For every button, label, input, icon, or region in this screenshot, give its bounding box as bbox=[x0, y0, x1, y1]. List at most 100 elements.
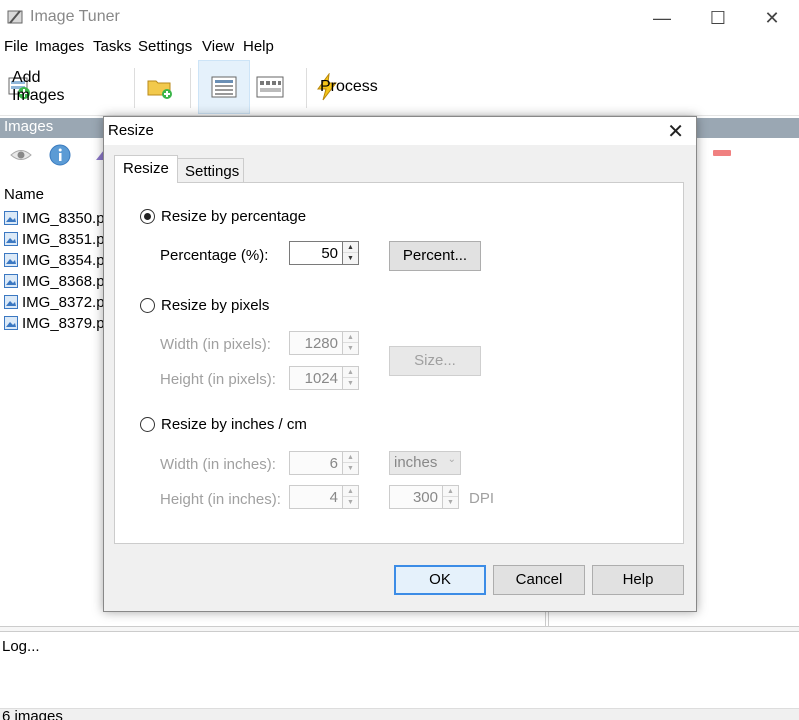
file-name: IMG_8368.p bbox=[22, 272, 105, 290]
height-inches-input[interactable]: 4 bbox=[289, 485, 343, 509]
thumbnail-view-button[interactable] bbox=[256, 62, 284, 112]
percentage-label: Percentage (%): bbox=[160, 247, 269, 264]
list-item[interactable]: IMG_8351.p bbox=[4, 229, 105, 249]
percent-button[interactable]: Percent... bbox=[389, 241, 481, 271]
stepper-down-icon[interactable]: ▼ bbox=[343, 343, 358, 354]
stepper-down-icon[interactable]: ▼ bbox=[443, 497, 458, 508]
radio-resize-by-percentage[interactable]: Resize by percentage bbox=[140, 208, 306, 225]
radio-indicator bbox=[140, 417, 155, 432]
dialog-title: Resize bbox=[108, 122, 154, 139]
height-pixels-input[interactable]: 1024 bbox=[289, 366, 343, 390]
maximize-button[interactable]: ☐ bbox=[706, 6, 730, 30]
stepper-arrows[interactable]: ▲ ▼ bbox=[343, 241, 359, 265]
file-name: IMG_8372.p bbox=[22, 293, 105, 311]
list-item[interactable]: IMG_8379.p bbox=[4, 313, 105, 333]
stepper-up-icon[interactable]: ▲ bbox=[343, 486, 358, 497]
image-file-icon bbox=[4, 274, 18, 288]
menu-view[interactable]: View bbox=[202, 38, 234, 55]
file-name: IMG_8379.p bbox=[22, 314, 105, 332]
height-pixels-stepper[interactable]: 1024 ▲ ▼ bbox=[289, 366, 359, 390]
stepper-down-icon[interactable]: ▼ bbox=[343, 497, 358, 508]
unit-select-value: inches bbox=[394, 454, 438, 471]
column-header-name[interactable]: Name bbox=[4, 186, 44, 203]
stepper-arrows[interactable]: ▲ ▼ bbox=[343, 451, 359, 475]
details-view-button[interactable] bbox=[198, 60, 250, 114]
thumbnail-view-icon bbox=[256, 76, 284, 98]
details-view-icon bbox=[211, 76, 237, 98]
dpi-stepper[interactable]: 300 ▲ ▼ bbox=[389, 485, 459, 509]
list-item[interactable]: IMG_8368.p bbox=[4, 271, 105, 291]
main-toolbar: Add Images Process bbox=[0, 60, 799, 116]
tab-resize[interactable]: Resize bbox=[114, 155, 178, 183]
stepper-arrows[interactable]: ▲ ▼ bbox=[343, 331, 359, 355]
radio-indicator bbox=[140, 298, 155, 313]
menu-file[interactable]: File bbox=[4, 38, 28, 55]
width-inches-stepper[interactable]: 6 ▲ ▼ bbox=[289, 451, 359, 475]
stepper-up-icon[interactable]: ▲ bbox=[343, 332, 358, 343]
status-bar: 6 images bbox=[0, 708, 799, 720]
radio-indicator bbox=[140, 209, 155, 224]
info-icon[interactable] bbox=[49, 144, 71, 166]
add-images-button[interactable]: Add Images bbox=[6, 62, 64, 112]
file-name: IMG_8351.p bbox=[22, 230, 105, 248]
add-folder-button[interactable] bbox=[146, 62, 174, 112]
minimize-button[interactable]: — bbox=[650, 6, 674, 30]
tab-settings[interactable]: Settings bbox=[176, 158, 244, 184]
log-splitter[interactable] bbox=[0, 626, 799, 632]
stepper-down-icon[interactable]: ▼ bbox=[343, 463, 358, 474]
menu-tasks[interactable]: Tasks bbox=[93, 38, 131, 55]
dialog-close-button[interactable]: ✕ bbox=[667, 119, 684, 144]
dialog-title-bar: Resize ✕ bbox=[104, 117, 696, 145]
cancel-button[interactable]: Cancel bbox=[493, 565, 585, 595]
unit-select[interactable]: inches ⌄ bbox=[389, 451, 461, 475]
menu-images[interactable]: Images bbox=[35, 38, 84, 55]
process-button[interactable]: Process bbox=[314, 62, 378, 112]
toolbar-separator bbox=[134, 68, 135, 108]
stepper-up-icon[interactable]: ▲ bbox=[443, 486, 458, 497]
width-pixels-label: Width (in pixels): bbox=[160, 336, 271, 353]
size-button[interactable]: Size... bbox=[389, 346, 481, 376]
stepper-arrows[interactable]: ▲ ▼ bbox=[343, 366, 359, 390]
stepper-up-icon[interactable]: ▲ bbox=[343, 452, 358, 463]
menu-settings[interactable]: Settings bbox=[138, 38, 192, 55]
stepper-down-icon[interactable]: ▼ bbox=[343, 253, 358, 264]
close-window-button[interactable]: ✕ bbox=[760, 6, 784, 30]
height-inches-label: Height (in inches): bbox=[160, 491, 281, 508]
images-panel-title: Images bbox=[4, 118, 54, 135]
percentage-input[interactable]: 50 bbox=[289, 241, 343, 265]
add-images-label: Add Images bbox=[12, 69, 65, 104]
menu-help[interactable]: Help bbox=[243, 38, 274, 55]
list-item[interactable]: IMG_8354.p bbox=[4, 250, 105, 270]
stepper-down-icon[interactable]: ▼ bbox=[343, 378, 358, 389]
image-file-icon bbox=[4, 232, 18, 246]
ok-button[interactable]: OK bbox=[394, 565, 486, 595]
dpi-label: DPI bbox=[469, 490, 495, 507]
list-item[interactable]: IMG_8350.p bbox=[4, 208, 105, 228]
remove-icon[interactable] bbox=[713, 150, 731, 156]
dpi-input[interactable]: 300 bbox=[389, 485, 443, 509]
help-button[interactable]: Help bbox=[592, 565, 684, 595]
stepper-arrows[interactable]: ▲ ▼ bbox=[443, 485, 459, 509]
eye-icon[interactable] bbox=[10, 146, 32, 164]
app-icon bbox=[7, 10, 23, 24]
log-label: Log... bbox=[2, 638, 40, 655]
image-file-icon bbox=[4, 295, 18, 309]
percentage-stepper[interactable]: 50 ▲ ▼ bbox=[289, 241, 359, 265]
list-item[interactable]: IMG_8372.p bbox=[4, 292, 105, 312]
stepper-arrows[interactable]: ▲ ▼ bbox=[343, 485, 359, 509]
process-label: Process bbox=[320, 78, 378, 95]
menu-bar: File Images Tasks Settings View Help bbox=[0, 36, 799, 58]
width-pixels-input[interactable]: 1280 bbox=[289, 331, 343, 355]
width-pixels-stepper[interactable]: 1280 ▲ ▼ bbox=[289, 331, 359, 355]
resize-dialog: Resize ✕ Resize Settings Resize by perce… bbox=[103, 116, 697, 612]
width-inches-input[interactable]: 6 bbox=[289, 451, 343, 475]
stepper-up-icon[interactable]: ▲ bbox=[343, 367, 358, 378]
radio-resize-by-pixels[interactable]: Resize by pixels bbox=[140, 297, 269, 314]
image-file-icon bbox=[4, 253, 18, 267]
radio-label: Resize by percentage bbox=[161, 208, 307, 225]
stepper-up-icon[interactable]: ▲ bbox=[343, 242, 358, 253]
log-panel: Log... bbox=[0, 634, 799, 708]
radio-resize-by-inches[interactable]: Resize by inches / cm bbox=[140, 416, 307, 433]
file-name: IMG_8350.p bbox=[22, 209, 105, 227]
height-inches-stepper[interactable]: 4 ▲ ▼ bbox=[289, 485, 359, 509]
